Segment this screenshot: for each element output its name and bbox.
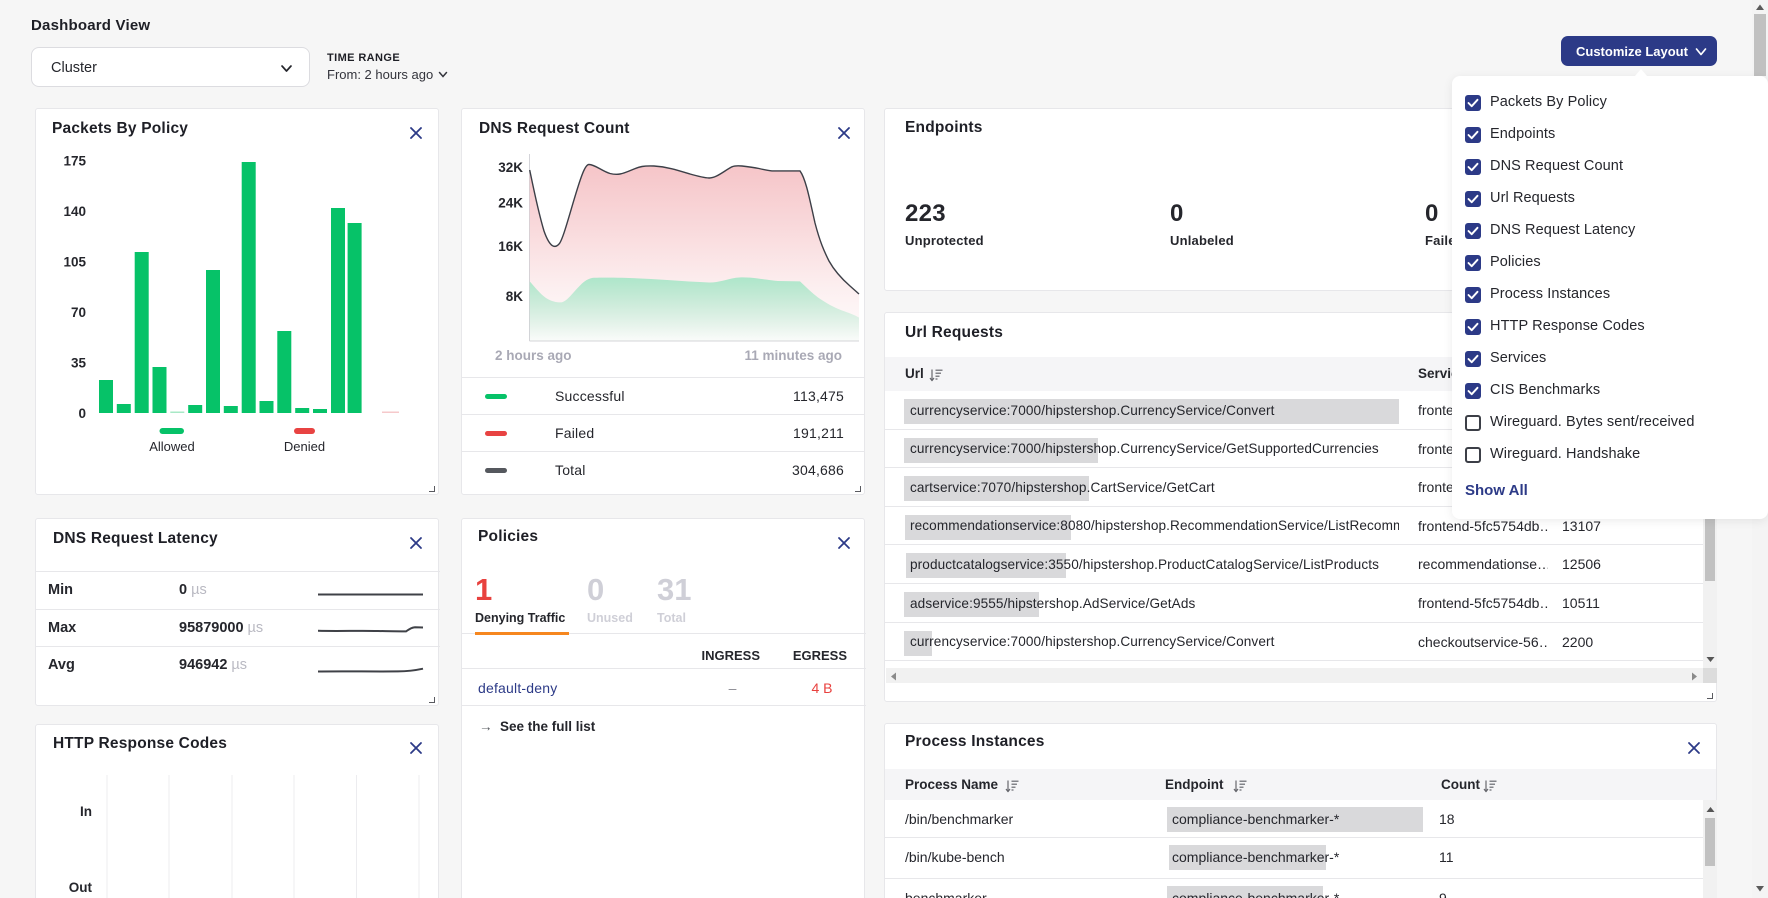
svg-text:24K: 24K xyxy=(498,196,523,211)
svg-text:32K: 32K xyxy=(498,160,523,175)
svg-text:140: 140 xyxy=(63,204,86,219)
svg-text:175: 175 xyxy=(63,154,86,169)
svg-text:11 minutes ago: 11 minutes ago xyxy=(744,348,842,363)
svg-text:0: 0 xyxy=(78,406,86,421)
svg-text:8K: 8K xyxy=(506,289,524,304)
svg-text:35: 35 xyxy=(71,356,87,371)
svg-text:In: In xyxy=(80,804,92,819)
svg-text:16K: 16K xyxy=(498,239,523,254)
svg-text:Out: Out xyxy=(69,880,93,895)
svg-text:2 hours ago: 2 hours ago xyxy=(495,348,572,363)
svg-text:70: 70 xyxy=(71,305,86,320)
svg-text:Denied: Denied xyxy=(284,439,325,454)
svg-text:105: 105 xyxy=(63,255,86,270)
svg-text:Allowed: Allowed xyxy=(149,439,195,454)
